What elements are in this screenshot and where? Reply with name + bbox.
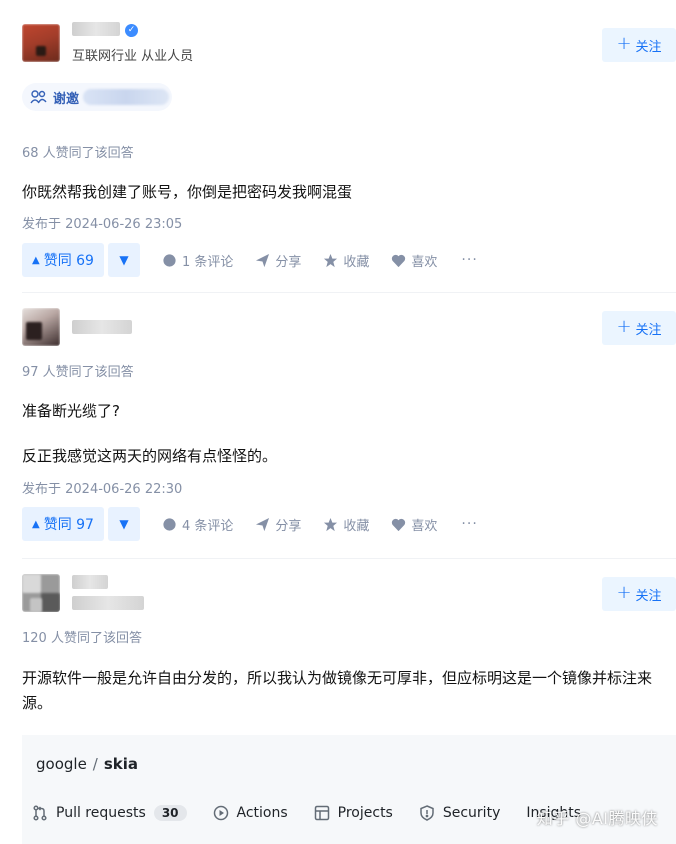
upvote-count-line: 97 人赞同了该回答: [22, 365, 134, 380]
heart-icon: [392, 518, 406, 531]
comment-button[interactable]: 1 条评论: [162, 251, 233, 270]
action-bar: ▲ 赞同 97 ▼ 4 条评论 分享 收藏 喜欢 ···: [22, 507, 478, 541]
source-watermark: 知乎 @AI腾映侠: [536, 809, 658, 828]
upvote-count-line: 120 人赞同了该回答: [22, 631, 142, 646]
publish-time: 发布于 2024-06-26 23:05: [22, 217, 183, 232]
shield-icon: [420, 805, 434, 821]
repo-name[interactable]: skia: [104, 755, 138, 773]
upvote-label: 赞同 69: [43, 253, 94, 269]
pr-count-badge: 30: [153, 805, 187, 821]
play-circle-icon: [213, 805, 228, 821]
collect-button[interactable]: 收藏: [323, 515, 369, 534]
comment-icon: [163, 253, 176, 267]
downvote-button[interactable]: ▼: [107, 243, 140, 277]
publish-time: 发布于 2024-06-26 22:30: [22, 482, 183, 497]
repo-breadcrumb: google / skia: [36, 755, 138, 773]
author-name[interactable]: [72, 575, 108, 589]
content-paragraph: 你既然帮我创建了账号，你倒是把密码发我啊混蛋: [22, 183, 353, 201]
collect-label: 收藏: [343, 518, 370, 534]
like-button[interactable]: 喜欢: [391, 515, 437, 534]
answer-content: 准备断光缆了? 反正我感觉这两天的网络有点怪怪的。: [22, 399, 654, 469]
upvote-button[interactable]: ▲ 赞同 69: [22, 243, 104, 277]
upvote-button[interactable]: ▲ 赞同 97: [22, 507, 104, 541]
star-icon: [324, 253, 338, 267]
invited-by-name: [83, 89, 170, 105]
tab-pull-requests[interactable]: Pull requests 30: [32, 805, 187, 821]
star-icon: [324, 517, 338, 531]
more-button[interactable]: ···: [461, 516, 477, 532]
share-label: 分享: [275, 254, 302, 270]
like-label: 喜欢: [411, 518, 438, 534]
content-paragraph: 准备断光缆了?: [22, 402, 120, 420]
collect-label: 收藏: [343, 254, 370, 270]
heart-icon: [392, 254, 406, 267]
author-headline: [72, 596, 144, 610]
tab-security[interactable]: Security: [419, 805, 501, 821]
answer-1: ✓ 互联网行业 从业人员 + 关注 谢邀 68 人赞同了该回答 你既然帮我创建了…: [0, 0, 676, 290]
share-button[interactable]: 分享: [255, 251, 301, 270]
tab-actions[interactable]: Actions: [213, 805, 288, 821]
tab-projects[interactable]: Projects: [314, 805, 393, 821]
plus-icon: +: [616, 582, 632, 603]
share-label: 分享: [275, 518, 302, 534]
pull-request-icon: [33, 805, 47, 821]
like-button[interactable]: 喜欢: [391, 251, 437, 270]
collect-button[interactable]: 收藏: [323, 251, 369, 270]
follow-button[interactable]: + 关注: [602, 28, 676, 62]
comment-button[interactable]: 4 条评论: [162, 515, 233, 534]
repo-separator: /: [92, 755, 98, 773]
like-label: 喜欢: [411, 254, 438, 270]
triangle-down-icon: ▼: [119, 253, 129, 267]
upvote-count-line: 68 人赞同了该回答: [22, 146, 134, 161]
invite-thanks-badge: 谢邀: [22, 83, 172, 111]
tab-label: Pull requests: [56, 805, 146, 821]
author-name[interactable]: [72, 320, 132, 334]
triangle-up-icon: ▲: [32, 518, 40, 530]
follow-label: 关注: [635, 588, 662, 604]
more-button[interactable]: ···: [461, 252, 477, 268]
follow-label: 关注: [635, 322, 662, 338]
author-name[interactable]: [72, 22, 120, 36]
repo-nav: Pull requests 30 Actions Projects Securi…: [32, 805, 607, 821]
triangle-up-icon: ▲: [32, 254, 40, 266]
content-paragraph: 反正我感觉这两天的网络有点怪怪的。: [22, 447, 278, 465]
avatar[interactable]: [22, 308, 60, 346]
author-headline: 互联网行业 从业人员: [72, 49, 194, 64]
downvote-button[interactable]: ▼: [107, 507, 140, 541]
avatar[interactable]: [22, 574, 60, 612]
avatar[interactable]: [22, 24, 60, 62]
comment-label: 1 条评论: [181, 254, 234, 270]
comment-icon: [163, 517, 176, 531]
follow-label: 关注: [635, 39, 662, 55]
plus-icon: +: [616, 316, 632, 337]
table-icon: [314, 805, 329, 821]
action-bar: ▲ 赞同 69 ▼ 1 条评论 分享 收藏 喜欢 ···: [22, 243, 478, 277]
users-icon: [30, 90, 47, 104]
tab-label: Projects: [337, 805, 393, 821]
thanks-label: 谢邀: [53, 91, 80, 107]
content-paragraph: 开源软件一般是允许自由分发的，所以我认为做镜像无可厚非，但应标明这是一个镜像并标…: [22, 669, 653, 712]
plus-icon: +: [616, 33, 632, 54]
verified-icon: ✓: [125, 24, 138, 37]
tab-label: Security: [442, 805, 501, 821]
upvote-label: 赞同 97: [43, 517, 94, 533]
share-icon: [256, 517, 270, 531]
share-icon: [256, 253, 270, 267]
answer-content: 你既然帮我创建了账号，你倒是把密码发我啊混蛋: [22, 180, 654, 205]
triangle-down-icon: ▼: [119, 517, 129, 531]
answer-2: + 关注 97 人赞同了该回答 准备断光缆了? 反正我感觉这两天的网络有点怪怪的…: [0, 292, 676, 556]
tab-label: Actions: [236, 805, 288, 821]
follow-button[interactable]: + 关注: [602, 577, 676, 611]
answer-content: 开源软件一般是允许自由分发的，所以我认为做镜像无可厚非，但应标明这是一个镜像并标…: [22, 666, 654, 716]
share-button[interactable]: 分享: [255, 515, 301, 534]
follow-button[interactable]: + 关注: [602, 311, 676, 345]
comment-label: 4 条评论: [181, 518, 234, 534]
repo-owner[interactable]: google: [36, 755, 87, 773]
